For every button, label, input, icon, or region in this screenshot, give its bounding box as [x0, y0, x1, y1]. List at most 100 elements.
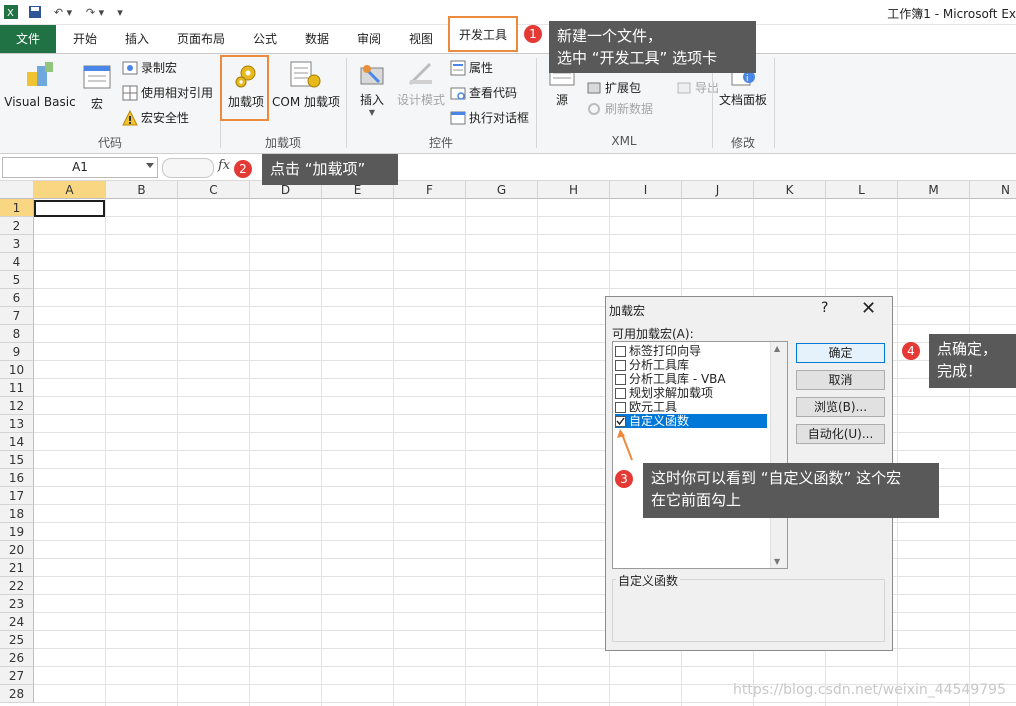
design-mode-button[interactable]: 设计模式: [394, 60, 448, 108]
checkmark-icon: [616, 417, 625, 425]
column-header[interactable]: A: [34, 181, 106, 199]
row-header[interactable]: 5: [0, 271, 34, 289]
column-header[interactable]: N: [970, 181, 1016, 199]
relative-reference-button[interactable]: 使用相对引用: [122, 83, 213, 103]
column-header[interactable]: K: [754, 181, 826, 199]
row-header[interactable]: 12: [0, 397, 34, 415]
checkbox[interactable]: [615, 345, 626, 357]
addin-item[interactable]: 规划求解加载项: [615, 386, 767, 400]
tab-file[interactable]: 文件: [0, 25, 56, 53]
close-icon[interactable]: ✕: [861, 298, 876, 319]
column-header[interactable]: J: [682, 181, 754, 199]
gridline-row: [34, 270, 1016, 271]
column-header[interactable]: C: [178, 181, 250, 199]
tab-home[interactable]: 开始: [62, 25, 108, 53]
save-icon[interactable]: [26, 3, 44, 21]
checkbox[interactable]: [615, 373, 626, 385]
row-header[interactable]: 11: [0, 379, 34, 397]
row-header[interactable]: 13: [0, 415, 34, 433]
expansion-packs-button[interactable]: 扩展包: [586, 78, 641, 98]
view-code-button[interactable]: 查看代码: [450, 83, 517, 103]
checkbox-checked[interactable]: [615, 415, 626, 427]
tab-review[interactable]: 审阅: [346, 25, 392, 53]
row-header[interactable]: 15: [0, 451, 34, 469]
row-header[interactable]: 20: [0, 541, 34, 559]
ok-button[interactable]: 确定: [796, 343, 885, 363]
row-header[interactable]: 26: [0, 649, 34, 667]
column-header[interactable]: I: [610, 181, 682, 199]
checkbox[interactable]: [615, 387, 626, 399]
row-header[interactable]: 14: [0, 433, 34, 451]
scroll-up-icon[interactable]: ▲: [774, 344, 780, 353]
tab-formulas[interactable]: 公式: [242, 25, 288, 53]
name-box-dropdown-icon[interactable]: [146, 163, 154, 168]
addin-item[interactable]: 分析工具库 - VBA: [615, 372, 767, 386]
tab-page-layout[interactable]: 页面布局: [170, 25, 232, 53]
row-header[interactable]: 22: [0, 577, 34, 595]
callout-step-4: 点确定， 完成！: [929, 334, 1016, 388]
run-dialog-button[interactable]: 执行对话框: [450, 108, 529, 128]
active-cell-a1[interactable]: [34, 200, 105, 217]
gridline-row: [34, 702, 1016, 703]
row-header[interactable]: 17: [0, 487, 34, 505]
column-header[interactable]: L: [826, 181, 898, 199]
addins-highlight: [220, 55, 269, 121]
addins-list[interactable]: 标签打印向导 分析工具库 分析工具库 - VBA 规划求解加载项 欧元工具 自定…: [612, 341, 788, 569]
row-header[interactable]: 28: [0, 685, 34, 703]
row-header[interactable]: 18: [0, 505, 34, 523]
row-header[interactable]: 3: [0, 235, 34, 253]
row-header[interactable]: 25: [0, 631, 34, 649]
row-header[interactable]: 1: [0, 199, 34, 217]
visual-basic-icon: [27, 62, 53, 86]
addin-item[interactable]: 分析工具库: [615, 358, 767, 372]
row-header[interactable]: 23: [0, 595, 34, 613]
row-header[interactable]: 7: [0, 307, 34, 325]
visual-basic-button[interactable]: Visual Basic: [4, 58, 76, 109]
row-header[interactable]: 21: [0, 559, 34, 577]
tab-insert[interactable]: 插入: [114, 25, 160, 53]
row-header[interactable]: 27: [0, 667, 34, 685]
macro-security-button[interactable]: 宏安全性: [122, 108, 189, 128]
column-header[interactable]: B: [106, 181, 178, 199]
addin-item[interactable]: 标签打印向导: [615, 344, 767, 358]
row-header[interactable]: 16: [0, 469, 34, 487]
callout-step-1: 新建一个文件， 选中 “开发工具” 选项卡: [549, 21, 756, 73]
addin-item[interactable]: 欧元工具: [615, 400, 767, 414]
row-header[interactable]: 6: [0, 289, 34, 307]
record-macro-button[interactable]: 录制宏: [122, 58, 177, 78]
help-button[interactable]: ?: [821, 300, 828, 316]
select-all-corner[interactable]: [0, 181, 34, 199]
row-header[interactable]: 10: [0, 361, 34, 379]
properties-button[interactable]: 属性: [450, 58, 493, 78]
list-scrollbar[interactable]: ▲ ▼: [770, 342, 787, 568]
tab-view[interactable]: 视图: [398, 25, 444, 53]
row-header[interactable]: 2: [0, 217, 34, 235]
row-header[interactable]: 24: [0, 613, 34, 631]
checkbox[interactable]: [615, 359, 626, 371]
tab-developer[interactable]: 开发工具: [448, 16, 518, 52]
macros-button[interactable]: 宏: [80, 64, 114, 112]
customize-qat-icon[interactable]: ▾: [114, 3, 126, 21]
column-header[interactable]: F: [394, 181, 466, 199]
row-header[interactable]: 9: [0, 343, 34, 361]
row-header[interactable]: 19: [0, 523, 34, 541]
column-header[interactable]: M: [898, 181, 970, 199]
cancel-button[interactable]: 取消: [796, 370, 885, 390]
refresh-data-button[interactable]: 刷新数据: [586, 99, 653, 119]
row-header[interactable]: 8: [0, 325, 34, 343]
automation-button[interactable]: 自动化(U)...: [796, 424, 885, 444]
name-box[interactable]: A1: [2, 157, 158, 178]
insert-control-button[interactable]: 插入 ▼: [352, 60, 392, 117]
checkbox[interactable]: [615, 401, 626, 413]
addin-item-selected[interactable]: 自定义函数: [615, 414, 767, 428]
row-header[interactable]: 4: [0, 253, 34, 271]
redo-icon[interactable]: ↷ ▾: [82, 3, 108, 21]
scroll-down-icon[interactable]: ▼: [774, 557, 780, 566]
insert-function-button[interactable]: fx: [218, 158, 230, 173]
undo-icon[interactable]: ↶ ▾: [50, 3, 76, 21]
tab-data[interactable]: 数据: [294, 25, 340, 53]
column-header[interactable]: G: [466, 181, 538, 199]
com-addins-button[interactable]: COM 加载项: [270, 60, 342, 110]
browse-button[interactable]: 浏览(B)...: [796, 397, 885, 417]
column-header[interactable]: H: [538, 181, 610, 199]
